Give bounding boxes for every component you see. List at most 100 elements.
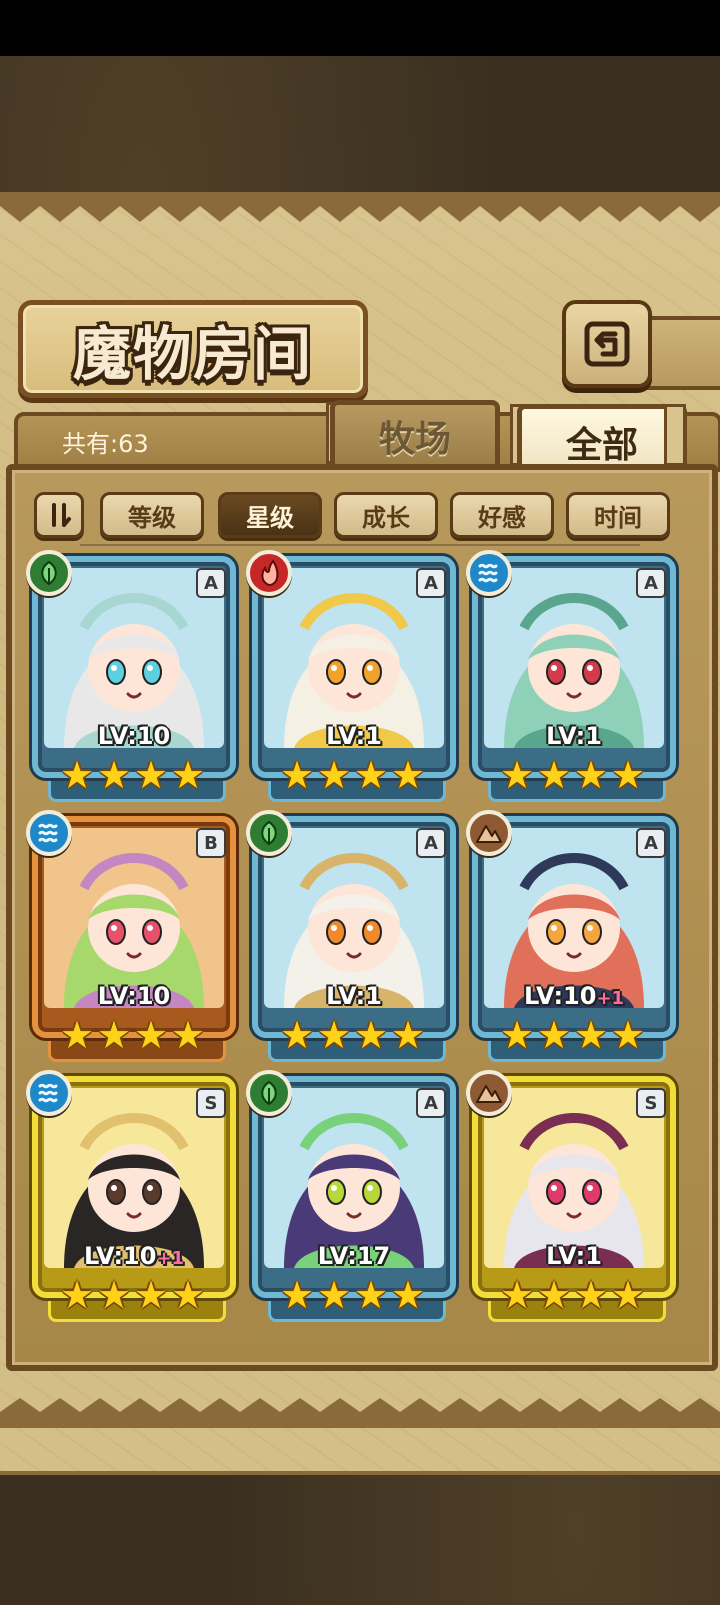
- star-rating: ★ ★ ★ ★: [500, 756, 648, 796]
- monster-level: LV:10+1: [32, 1242, 236, 1270]
- monster-card[interactable]: A LV:17 ★ ★ ★ ★: [246, 1070, 456, 1322]
- star-icon: ★: [171, 1273, 206, 1317]
- panel-top-edge: [0, 192, 720, 222]
- water-element-icon: [26, 1070, 72, 1116]
- panel-bottom-edge: [0, 1398, 720, 1428]
- rarity-badge: A: [196, 568, 226, 598]
- star-icon: ★: [280, 1013, 315, 1057]
- tab-all-label: 全部: [565, 424, 638, 466]
- star-icon: ★: [60, 753, 95, 797]
- level-text: LV:1: [326, 982, 382, 1010]
- star-icon: ★: [391, 753, 426, 797]
- level-text: LV:10: [97, 722, 171, 750]
- tab-post: [664, 404, 686, 466]
- rarity-badge: A: [636, 568, 666, 598]
- star-icon: ★: [574, 753, 609, 797]
- star-icon: ★: [537, 1273, 572, 1317]
- star-rating: ★ ★ ★ ★: [60, 1276, 208, 1316]
- sort-divider: [80, 544, 640, 546]
- star-rating: ★ ★ ★ ★: [280, 1016, 428, 1056]
- monster-card[interactable]: B LV:10 ★ ★ ★ ★: [26, 810, 236, 1062]
- grass-element-icon: [26, 550, 72, 596]
- star-icon: ★: [354, 753, 389, 797]
- star-rating: ★ ★ ★ ★: [60, 756, 208, 796]
- level-bonus: +1: [596, 988, 625, 1009]
- grass-element-icon: [246, 810, 292, 856]
- monster-level: LV:1: [472, 1242, 676, 1270]
- monster-card[interactable]: A LV:1 ★ ★ ★ ★: [246, 810, 456, 1062]
- monster-card[interactable]: S LV:1 ★ ★ ★ ★: [466, 1070, 676, 1322]
- earth-element-icon: [466, 810, 512, 856]
- sort-order-icon: [52, 503, 71, 527]
- back-rail: [640, 316, 720, 390]
- level-text: LV:1: [326, 722, 382, 750]
- star-icon: ★: [97, 753, 132, 797]
- rarity-badge: S: [636, 1088, 666, 1118]
- monster-level: LV:10: [32, 982, 236, 1010]
- tab-ranch-label: 牧场: [378, 418, 451, 460]
- monster-card[interactable]: A LV:10 ★ ★ ★ ★: [26, 550, 236, 802]
- sort-by-stars[interactable]: 星级: [218, 492, 322, 538]
- rarity-badge: A: [636, 828, 666, 858]
- star-icon: ★: [280, 753, 315, 797]
- star-icon: ★: [611, 1273, 646, 1317]
- sort-by-level[interactable]: 等级: [100, 492, 204, 538]
- star-icon: ★: [574, 1013, 609, 1057]
- level-bonus: +1: [156, 1248, 185, 1269]
- star-rating: ★ ★ ★ ★: [60, 1016, 208, 1056]
- monster-count: 共有:63: [62, 430, 149, 458]
- rarity-badge: A: [416, 828, 446, 858]
- star-icon: ★: [60, 1273, 95, 1317]
- rarity-badge: A: [416, 568, 446, 598]
- star-rating: ★ ★ ★ ★: [280, 1276, 428, 1316]
- star-icon: ★: [60, 1013, 95, 1057]
- star-icon: ★: [611, 753, 646, 797]
- sort-by-affection[interactable]: 好感: [450, 492, 554, 538]
- rarity-badge: S: [196, 1088, 226, 1118]
- sort-by-time[interactable]: 时间: [566, 492, 670, 538]
- star-icon: ★: [574, 1273, 609, 1317]
- sort-by-growth[interactable]: 成长: [334, 492, 438, 538]
- sort-label: 好感: [478, 503, 526, 532]
- rarity-badge: B: [196, 828, 226, 858]
- monster-card[interactable]: A LV:1 ★ ★ ★ ★: [466, 550, 676, 802]
- star-icon: ★: [500, 753, 535, 797]
- monster-level: LV:1: [252, 982, 456, 1010]
- star-icon: ★: [171, 753, 206, 797]
- star-icon: ★: [354, 1273, 389, 1317]
- water-element-icon: [466, 550, 512, 596]
- monster-card[interactable]: A LV:10+1 ★ ★ ★ ★: [466, 810, 676, 1062]
- game-screen: 魔物房间 共有:63 牧场 全部 等级 星级 成长 好感 时间 A LV:10 ★ ★…: [0, 0, 720, 1605]
- star-icon: ★: [391, 1273, 426, 1317]
- star-icon: ★: [537, 1013, 572, 1057]
- page-title: 魔物房间: [72, 320, 313, 388]
- monster-level: LV:1: [472, 722, 676, 750]
- monster-level: LV:17: [252, 1242, 456, 1270]
- star-icon: ★: [134, 1273, 169, 1317]
- star-icon: ★: [317, 753, 352, 797]
- star-rating: ★ ★ ★ ★: [500, 1016, 648, 1056]
- star-icon: ★: [537, 753, 572, 797]
- water-element-icon: [26, 810, 72, 856]
- level-text: LV:10: [523, 982, 597, 1010]
- star-icon: ★: [500, 1013, 535, 1057]
- star-icon: ★: [97, 1273, 132, 1317]
- star-icon: ★: [171, 1013, 206, 1057]
- sort-label: 时间: [594, 503, 642, 532]
- level-text: LV:10: [97, 982, 171, 1010]
- return-arrow-icon: [584, 321, 630, 367]
- monster-level: LV:10: [32, 722, 236, 750]
- sort-label: 星级: [246, 503, 294, 532]
- star-icon: ★: [317, 1273, 352, 1317]
- tab-ranch[interactable]: 牧场: [330, 400, 500, 472]
- sort-order-toggle[interactable]: [34, 492, 84, 538]
- monster-level: LV:1: [252, 722, 456, 750]
- back-button[interactable]: [562, 300, 652, 388]
- earth-element-icon: [466, 1070, 512, 1116]
- monster-card[interactable]: S LV:10+1 ★ ★ ★ ★: [26, 1070, 236, 1322]
- star-icon: ★: [280, 1273, 315, 1317]
- sort-label: 成长: [362, 503, 410, 532]
- monster-card[interactable]: A LV:1 ★ ★ ★ ★: [246, 550, 456, 802]
- level-text: LV:17: [317, 1242, 391, 1270]
- sort-label: 等级: [128, 503, 176, 532]
